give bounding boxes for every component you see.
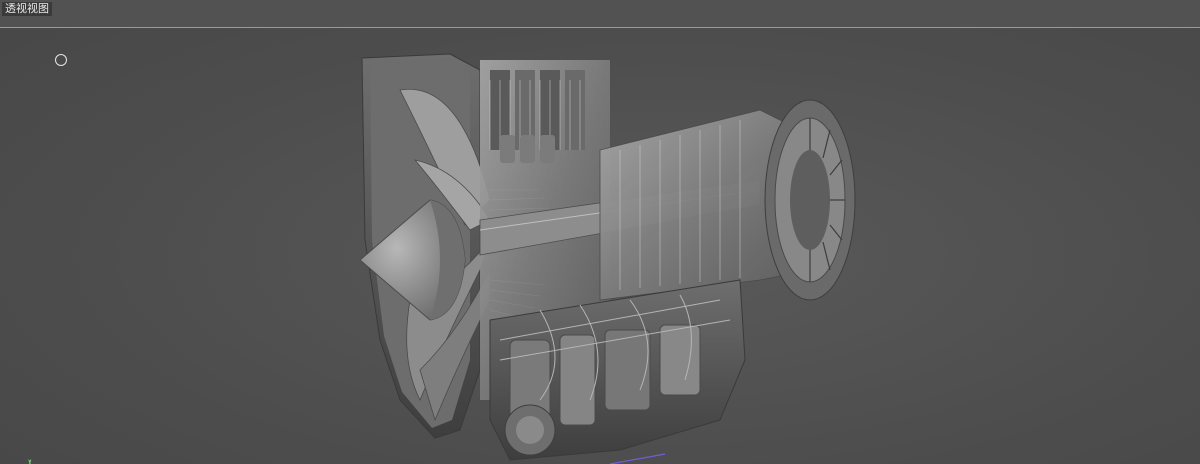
viewport-header: 透视视图 — [0, 0, 1200, 28]
grid-axis-line — [610, 453, 666, 464]
svg-text:y: y — [28, 458, 32, 464]
exhaust-turbine — [764, 99, 856, 301]
3d-viewport[interactable]: 透视视图 y — [0, 0, 1200, 464]
pivot-circle-icon[interactable] — [55, 54, 67, 66]
jet-engine-model[interactable] — [340, 40, 870, 464]
viewport-title[interactable]: 透视视图 — [2, 2, 52, 16]
axis-gizmo-icon: y — [28, 458, 32, 464]
